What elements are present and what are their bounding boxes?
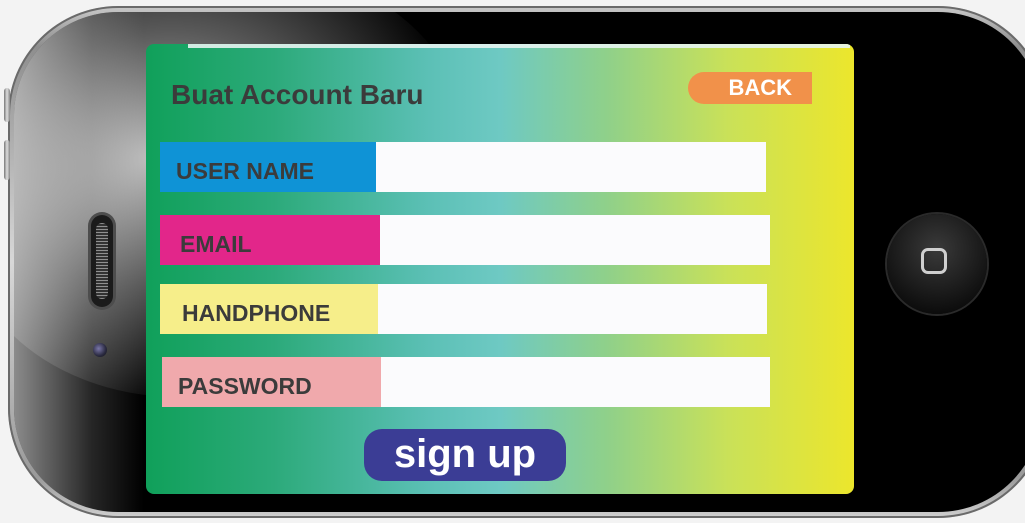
page-title: Buat Account Baru [171, 79, 424, 110]
volume-up-button[interactable] [4, 140, 10, 180]
speaker-icon [91, 215, 113, 307]
password-label: PASSWORD [162, 357, 381, 407]
signup-button[interactable]: sign up [364, 429, 566, 481]
password-field[interactable] [381, 357, 770, 407]
speaker-grill [96, 223, 108, 299]
password-row: PASSWORD [162, 357, 770, 407]
handphone-row: HANDPHONE [160, 284, 767, 334]
email-row: EMAIL [160, 215, 770, 265]
username-label: USER NAME [160, 142, 376, 192]
home-button[interactable] [887, 214, 987, 314]
username-field[interactable] [376, 142, 766, 192]
device-stage: Buat Account Baru BACK USER NAME EMAIL H… [0, 0, 1025, 523]
username-row: USER NAME [160, 142, 766, 192]
status-strip [188, 44, 850, 48]
bezel-gloss-band [14, 12, 144, 512]
back-button[interactable]: BACK [688, 72, 812, 104]
mute-switch[interactable] [4, 88, 10, 122]
app-screen: Buat Account Baru BACK USER NAME EMAIL H… [146, 44, 854, 494]
handphone-label: HANDPHONE [160, 284, 378, 334]
home-square-icon [921, 248, 947, 274]
email-label: EMAIL [160, 215, 380, 265]
handphone-field[interactable] [378, 284, 767, 334]
email-field[interactable] [380, 215, 770, 265]
front-camera-icon [93, 343, 107, 357]
